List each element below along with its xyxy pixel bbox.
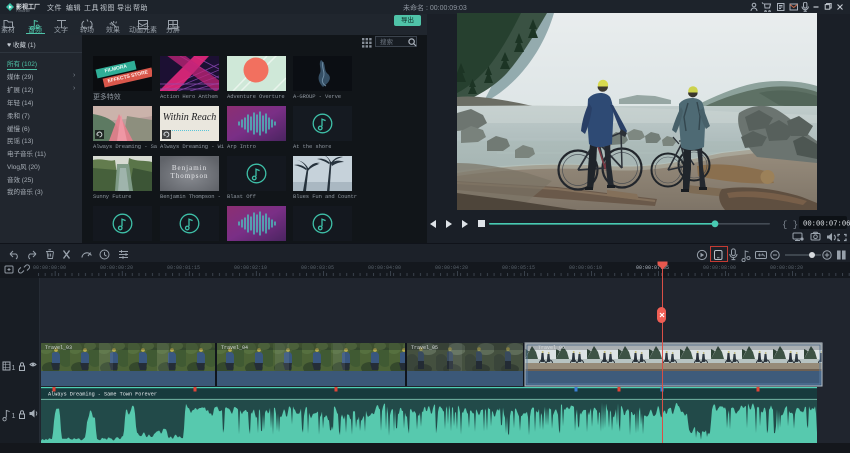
svg-text:Travel_04: Travel_04 — [221, 345, 248, 351]
svg-text:00:00:07:06: 00:00:07:06 — [803, 221, 850, 229]
svg-text:Travel_06: Travel_06 — [538, 345, 565, 351]
svg-text:Travel_05: Travel_05 — [411, 345, 438, 351]
svg-text:1: 1 — [12, 413, 16, 420]
svg-text:Travel_03: Travel_03 — [45, 345, 72, 351]
svg-text:Always Dreaming - Same Town Fo: Always Dreaming - Same Town Forever — [48, 391, 157, 397]
svg-text:{ }: { } — [782, 220, 798, 230]
svg-text:1: 1 — [12, 365, 16, 372]
